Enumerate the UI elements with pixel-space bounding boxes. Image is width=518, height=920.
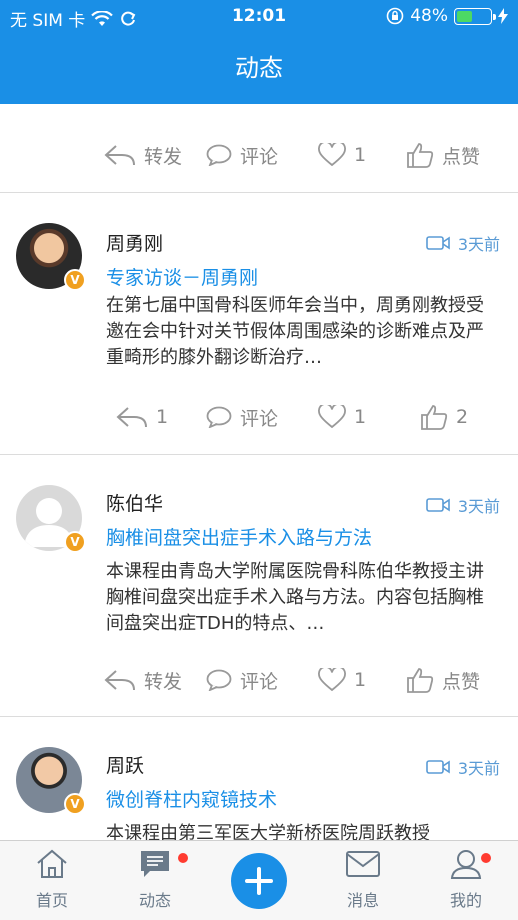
forward-button[interactable]: 转发 (104, 135, 182, 175)
status-right: 48% (386, 6, 508, 26)
feed-notification-badge (178, 853, 188, 863)
comment-icon (206, 669, 232, 691)
charging-icon (498, 8, 508, 24)
user-icon (450, 850, 482, 879)
comment-button[interactable]: 评论 (206, 660, 278, 700)
forward-count: 1 (156, 406, 169, 428)
forward-button[interactable]: 1 (116, 397, 168, 437)
time-label: 3天前 (457, 497, 500, 516)
orientation-lock-icon (386, 7, 404, 25)
heart-icon (318, 668, 346, 692)
heart-icon (318, 405, 346, 429)
post-actions: 转发 评论 1 点赞 (0, 660, 518, 700)
thumbs-up-icon (421, 405, 448, 430)
forward-button[interactable]: 转发 (104, 660, 182, 700)
author-name[interactable]: 周勇刚 (106, 229, 163, 256)
mine-notification-badge (481, 853, 491, 863)
battery-fill (457, 10, 472, 22)
feed-item[interactable]: V 陈伯华 3天前 胸椎间盘突出症手术入路与方法 本课程由青岛大学附属医院骨科陈… (0, 455, 518, 716)
tab-label: 我的 (449, 891, 482, 910)
praise-count: 2 (456, 406, 469, 428)
thumbs-up-icon (407, 143, 434, 168)
forward-icon (116, 407, 147, 428)
comment-label: 评论 (240, 145, 279, 168)
praise-button[interactable]: 点赞 (406, 135, 480, 175)
comment-icon (206, 406, 232, 428)
time-label: 3天前 (457, 759, 500, 778)
feed-list[interactable]: 转发 评论 1 点赞 V 周勇刚 3天前 专家访谈－周勇刚 在第七届中国骨科医师… (0, 104, 518, 840)
post-actions-previous: 转发 评论 1 点赞 (0, 135, 518, 175)
tab-label: 消息 (346, 891, 379, 910)
feed-item[interactable]: V 周勇刚 3天前 专家访谈－周勇刚 在第七届中国骨科医师年会当中，周勇刚教授受… (0, 193, 518, 454)
verified-badge-icon: V (64, 793, 86, 815)
comment-label: 评论 (240, 670, 279, 693)
tab-messages[interactable]: 消息 (323, 849, 403, 911)
post-actions: 1 评论 1 2 (0, 397, 518, 437)
like-count: 1 (354, 406, 367, 428)
like-count: 1 (354, 669, 367, 691)
post-body[interactable]: 本课程由第三军医大学新桥医院周跃教授 (106, 821, 496, 840)
heart-icon (318, 143, 346, 167)
like-button[interactable]: 1 (318, 397, 366, 437)
comment-button[interactable]: 评论 (206, 397, 278, 437)
mail-icon (346, 851, 380, 877)
feed-icon (141, 851, 169, 877)
post-title[interactable]: 胸椎间盘突出症手术入路与方法 (106, 523, 372, 550)
home-icon (37, 849, 67, 878)
avatar[interactable]: V (16, 485, 86, 553)
like-button[interactable]: 1 (318, 135, 366, 175)
thumbs-up-icon (407, 668, 434, 693)
like-count: 1 (354, 144, 367, 166)
page-title: 动态 (235, 54, 283, 82)
post-time: 3天前 (426, 231, 500, 255)
comment-label: 评论 (240, 407, 279, 430)
video-camera-icon (426, 236, 450, 250)
video-camera-icon (426, 760, 450, 774)
battery-percent: 48% (410, 6, 448, 26)
status-bar: 无 SIM 卡 12:01 48% (0, 0, 518, 34)
praise-button[interactable]: 点赞 (406, 660, 480, 700)
tab-mine[interactable]: 我的 (426, 849, 506, 911)
praise-label: 点赞 (442, 670, 481, 693)
verified-badge-icon: V (64, 531, 86, 553)
verified-badge-icon: V (64, 269, 86, 291)
tab-home[interactable]: 首页 (12, 849, 92, 911)
comment-icon (206, 144, 232, 166)
forward-label: 转发 (144, 145, 183, 168)
avatar[interactable]: V (16, 223, 86, 291)
author-name[interactable]: 陈伯华 (106, 489, 163, 516)
praise-label: 点赞 (442, 145, 481, 168)
tab-label: 首页 (35, 891, 68, 910)
forward-icon (104, 145, 135, 166)
post-title[interactable]: 微创脊柱内窥镜技术 (106, 785, 277, 812)
forward-icon (104, 670, 135, 691)
time-label: 3天前 (457, 235, 500, 254)
post-body[interactable]: 本课程由青岛大学附属医院骨科陈伯华教授主讲胸椎间盘突出症手术入路与方法。内容包括… (106, 559, 496, 637)
comment-button[interactable]: 评论 (206, 135, 278, 175)
post-body[interactable]: 在第七届中国骨科医师年会当中，周勇刚教授受邀在会中针对关节假体周围感染的诊断难点… (106, 293, 496, 371)
battery-icon (454, 7, 496, 25)
video-camera-icon (426, 498, 450, 512)
like-button[interactable]: 1 (318, 660, 366, 700)
post-time: 3天前 (426, 755, 500, 779)
forward-label: 转发 (144, 670, 183, 693)
post-time: 3天前 (426, 493, 500, 517)
feed-item[interactable]: V 周跃 3天前 微创脊柱内窥镜技术 本课程由第三军医大学新桥医院周跃教授 (0, 717, 518, 840)
avatar[interactable]: V (16, 747, 86, 815)
tab-label: 动态 (138, 891, 171, 910)
tab-bar: 首页 动态 消息 我的 (0, 840, 518, 920)
top-bar: 无 SIM 卡 12:01 48% 动态 (0, 0, 518, 104)
author-name[interactable]: 周跃 (106, 751, 144, 778)
post-title[interactable]: 专家访谈－周勇刚 (106, 263, 258, 290)
praise-button[interactable]: 2 (420, 397, 468, 437)
add-post-button[interactable] (231, 853, 287, 909)
